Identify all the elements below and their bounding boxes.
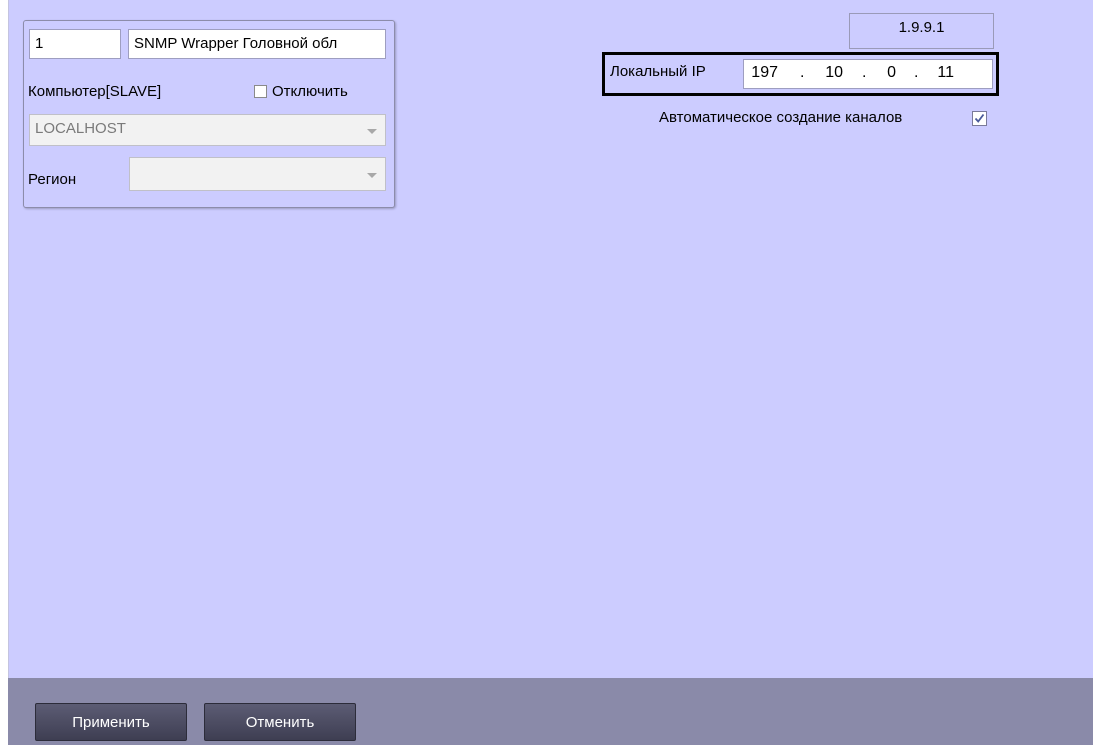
ip-octet-1: 197	[751, 64, 778, 81]
local-ip-highlight: Локальный IP 197 . 10 . 0 . 11	[602, 52, 999, 96]
cancel-button-label: Отменить	[245, 713, 315, 731]
apply-button[interactable]: Применить	[35, 703, 187, 741]
ip-octet-3: 0	[887, 64, 896, 81]
auto-channels-label: Автоматическое создание каналов	[659, 109, 903, 126]
computer-select-value: LOCALHOST	[35, 120, 126, 137]
checkmark-icon	[974, 113, 985, 123]
region-label: Регион	[28, 171, 77, 188]
action-bar: Применить Отменить	[8, 678, 1093, 745]
computer-label: Компьютер[SLAVE]	[28, 83, 162, 100]
ip-octet-4: 11	[937, 64, 954, 81]
disable-label: Отключить	[272, 83, 348, 100]
object-id-field[interactable]: 1	[29, 29, 121, 59]
computer-select[interactable]: LOCALHOST	[29, 114, 386, 146]
ip-separator: .	[800, 64, 805, 81]
auto-channels-checkbox[interactable]	[972, 111, 987, 126]
version-box: 1.9.9.1	[849, 13, 994, 49]
region-select[interactable]	[129, 157, 386, 191]
settings-panel: 1 SNMP Wrapper Головной обл Компьютер[SL…	[8, 0, 1093, 678]
local-ip-label: Локальный IP	[610, 63, 706, 80]
ip-separator: .	[914, 64, 919, 81]
cancel-button[interactable]: Отменить	[204, 703, 356, 741]
object-id-value: 1	[35, 35, 44, 52]
version-text: 1.9.9.1	[898, 19, 945, 36]
object-name-field[interactable]: SNMP Wrapper Головной обл	[128, 29, 386, 59]
chevron-down-icon	[367, 129, 377, 134]
ip-octet-2: 10	[825, 64, 843, 81]
disable-checkbox[interactable]	[254, 85, 267, 98]
apply-button-label: Применить	[72, 713, 150, 731]
object-settings-group: 1 SNMP Wrapper Головной обл Компьютер[SL…	[23, 20, 395, 208]
local-ip-input[interactable]: 197 . 10 . 0 . 11	[743, 59, 993, 89]
chevron-down-icon	[367, 173, 377, 178]
object-name-value: SNMP Wrapper Головной обл	[134, 35, 338, 52]
